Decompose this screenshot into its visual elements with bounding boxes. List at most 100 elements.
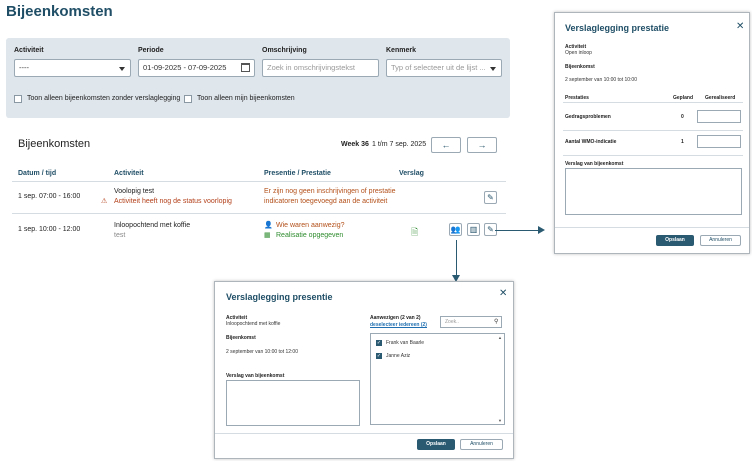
row-activity: Voolopig test (114, 188, 155, 195)
periode-input[interactable]: 01-09-2025 - 07-09-2025 (138, 59, 255, 77)
main-page: Bijeenkomsten Activiteit ---- Periode 01… (0, 0, 512, 250)
col-activiteit[interactable]: Activiteit (114, 170, 144, 177)
col-presentie[interactable]: Presentie / Prestatie (264, 170, 331, 177)
kenmerk-label: Kenmerk (386, 47, 416, 54)
aanwezigen-label: Aanwezigen (2 van 2) (370, 315, 421, 321)
verslag-textarea[interactable] (565, 168, 742, 215)
prestatie-gepland: 0 (681, 114, 684, 120)
bijeenkomst-label: Bijeenkomst (226, 335, 256, 341)
row-datetime: 1 sep. 07:00 - 16:00 (18, 193, 81, 200)
row-presentie-1[interactable]: Wie waren aanwezig? (276, 222, 344, 229)
zonder-verslag-label: Toon alleen bijeenkomsten zonder verslag… (27, 95, 181, 102)
document-icon[interactable]: 🗎 (411, 225, 418, 241)
arrow-down-connector (456, 240, 457, 276)
filter-panel: Activiteit ---- Periode 01-09-2025 - 07-… (6, 38, 510, 118)
chevron-down-icon (119, 67, 125, 71)
divider (215, 433, 513, 434)
pencil-icon: ✎ (487, 193, 494, 202)
divider (563, 155, 743, 156)
periode-label: Periode (138, 47, 164, 54)
person-name: Frank van Baarle (386, 340, 425, 346)
close-icon[interactable]: ✕ (736, 21, 744, 32)
edit-button[interactable]: ✎ (484, 191, 497, 204)
close-icon[interactable]: ✕ (499, 288, 507, 299)
people-icon: 👥 (450, 225, 461, 234)
page-title: Bijeenkomsten (6, 3, 113, 20)
search-input[interactable]: Zoek.. ⚲ (440, 316, 502, 328)
chevron-down-icon (490, 67, 496, 71)
scroll-up-icon[interactable]: ▲ (498, 335, 502, 340)
prestatie-modal: Verslaglegging prestatie ✕ Activiteit Op… (554, 12, 750, 254)
verslag-label: Verslag van bijeenkomst (226, 373, 285, 379)
person-name: Janne Aziz (386, 353, 411, 359)
presentie-button[interactable]: 👥 (449, 223, 462, 236)
col-prestaties: Prestaties (565, 95, 589, 101)
checkbox-checked[interactable]: ✓ (376, 353, 382, 359)
divider (12, 181, 506, 182)
bijeenkomst-value: 2 september van 10:00 tot 12:00 (226, 349, 298, 355)
bars-icon: ▥ (469, 225, 478, 234)
modal-title: Verslaglegging presentie (226, 292, 333, 302)
activiteit-label: Activiteit (14, 47, 44, 54)
cancel-button[interactable]: Annuleren (700, 235, 741, 246)
cancel-button[interactable]: Annuleren (460, 439, 503, 450)
row-activity-warning: Activiteit heeft nog de status voorlopig (114, 198, 232, 205)
gerealiseerd-input[interactable] (697, 110, 741, 123)
bijeenkomst-value: 2 september van 10:00 tot 10:00 (565, 77, 637, 83)
col-gepland: Gepland (673, 95, 694, 101)
week-number: Week 36 (341, 141, 369, 148)
omschrijving-label: Omschrijving (262, 47, 307, 54)
prestatie-gepland: 1 (681, 139, 684, 145)
prestatie-name: Gedragsproblemen (565, 114, 611, 120)
row-activity-sub: test (114, 232, 126, 239)
prestatie-name: Aantal WMO-indicatie (565, 139, 617, 145)
col-gerealiseerd: Gerealiseerd (705, 95, 736, 101)
col-verslag[interactable]: Verslag (399, 170, 424, 177)
mijn-bijeenkomsten-checkbox[interactable] (184, 95, 192, 103)
activiteit-value: Open inloop (565, 50, 592, 56)
activiteit-select[interactable]: ---- (14, 59, 131, 77)
bijeenkomst-label: Bijeenkomst (565, 64, 595, 70)
mijn-bijeenkomsten-label: Toon alleen mijn bijeenkomsten (197, 95, 295, 102)
divider (12, 213, 506, 214)
search-placeholder: Zoek.. (445, 319, 459, 325)
person-icon: 👤 (264, 222, 273, 229)
row-presentie-2[interactable]: Realisatie opgegeven (276, 232, 343, 239)
omschrijving-input[interactable]: Zoek in omschrijvingstekst (262, 59, 379, 77)
calendar-icon[interactable] (241, 63, 250, 72)
row-presentie-1: Er zijn nog geen inschrijvingen of prest… (264, 188, 396, 195)
omschrijving-placeholder: Zoek in omschrijvingstekst (267, 63, 355, 72)
periode-value: 01-09-2025 - 07-09-2025 (143, 63, 227, 72)
week-range: 1 t/m 7 sep. 2025 (372, 141, 427, 148)
warning-icon: ⚠ (101, 198, 108, 205)
kenmerk-select[interactable]: Typ of selecteer uit de lijst ... (386, 59, 502, 77)
verslag-label: Verslag van bijeenkomst (565, 161, 624, 167)
next-week-button[interactable]: → (467, 137, 497, 153)
presentie-modal: Verslaglegging presentie ✕ Activiteit In… (214, 281, 514, 459)
activiteit-value: ---- (19, 63, 29, 72)
save-button[interactable]: Opslaan (656, 235, 694, 246)
pencil-icon: ✎ (487, 225, 494, 234)
arrow-right-connector (495, 230, 539, 231)
aanwezigen-list[interactable]: ✓ Frank van Baarle ✓ Janne Aziz ▲ ▼ (370, 333, 505, 425)
kenmerk-placeholder: Typ of selecteer uit de lijst ... (391, 63, 486, 72)
verslag-textarea[interactable] (226, 380, 360, 426)
modal-title: Verslaglegging prestatie (565, 23, 670, 33)
col-datum[interactable]: Datum / tijd (18, 170, 56, 177)
search-icon: ⚲ (494, 319, 499, 325)
prestatie-button[interactable]: ▥ (467, 223, 480, 236)
save-button[interactable]: Opslaan (417, 439, 455, 450)
deselect-link[interactable]: deselecteer iedereen (2) (370, 322, 427, 328)
divider (555, 227, 749, 228)
list-title: Bijeenkomsten (18, 138, 91, 150)
scroll-down-icon[interactable]: ▼ (498, 418, 502, 423)
bijeenkomsten-list: Bijeenkomsten Week 36 1 t/m 7 sep. 2025 … (6, 126, 512, 250)
zonder-verslag-checkbox[interactable] (14, 95, 22, 103)
prev-week-button[interactable]: ← (431, 137, 461, 153)
gerealiseerd-input[interactable] (697, 135, 741, 148)
row-datetime: 1 sep. 10:00 - 12:00 (18, 226, 81, 233)
divider (563, 102, 743, 103)
divider (563, 130, 743, 131)
row-presentie-2: indicatoren toegevoegd aan de activiteit (264, 198, 388, 205)
checkbox-checked[interactable]: ✓ (376, 340, 382, 346)
